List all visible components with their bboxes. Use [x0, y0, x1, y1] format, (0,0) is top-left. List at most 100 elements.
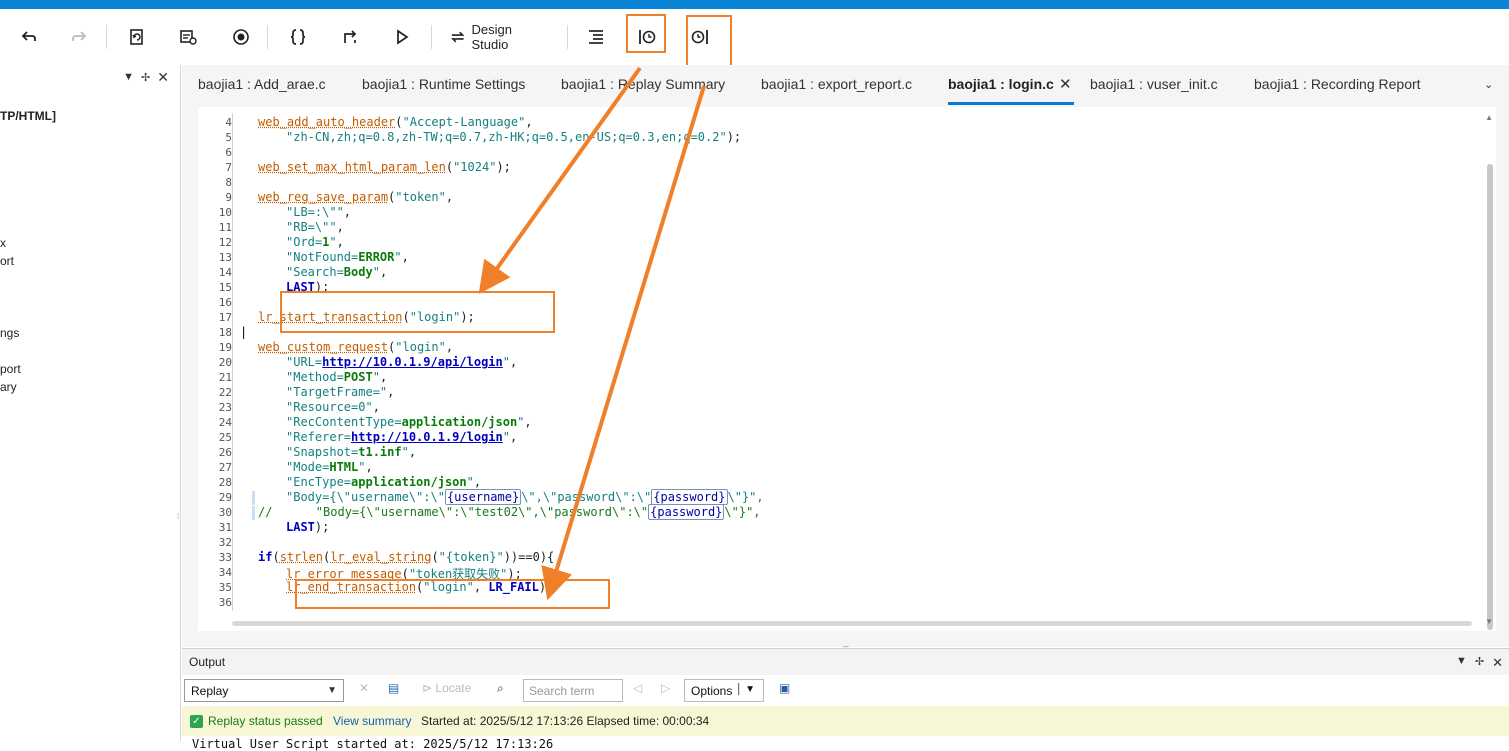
code-line[interactable]: if(strlen(lr_eval_string("{token}"))==0)… [258, 550, 554, 564]
line-number: 32 [218, 536, 232, 549]
tab-login[interactable]: baojia1 : login.c [948, 76, 1054, 92]
code-line[interactable]: "Ord=1", [286, 235, 344, 249]
left-panel-item[interactable]: ngs [0, 326, 19, 340]
scroll-up-icon[interactable]: ▲ [1485, 113, 1493, 122]
tab-runtime-settings[interactable]: baojia1 : Runtime Settings [362, 76, 525, 92]
code-line[interactable]: LAST); [286, 520, 329, 534]
chevron-down-icon[interactable]: ▼ [123, 71, 134, 83]
tab-export-report[interactable]: baojia1 : export_report.c [761, 76, 912, 92]
code-line[interactable]: "Referer=http://10.0.1.9/login", [286, 430, 517, 444]
search-input[interactable]: Search term [523, 679, 623, 702]
undo-button[interactable] [18, 21, 40, 53]
tab-recording-report[interactable]: baojia1 : Recording Report [1254, 76, 1421, 92]
redo-button[interactable] [68, 21, 90, 53]
toolbar: Design Studio [0, 9, 1509, 65]
pin-icon[interactable]: ✢ [141, 71, 150, 84]
regenerate-button[interactable] [126, 21, 148, 53]
code-line[interactable]: web_set_max_html_param_len("1024"); [258, 160, 511, 174]
replay-button[interactable] [391, 21, 413, 53]
line-number: 34 [218, 566, 232, 579]
scroll-down-icon[interactable]: ▼ [1485, 617, 1493, 626]
tab-overflow-icon[interactable]: ⌄ [1484, 78, 1493, 91]
line-number: 29 [218, 491, 232, 504]
output-toolbar: Replay ▼ ✕ ▤ ⊳ Locate ⌕ Search term ◁ ▷ … [182, 675, 1509, 706]
code-line-comment[interactable]: // "Body={\"username\":\"test02\",\"pass… [258, 504, 761, 520]
close-icon[interactable]: ✕ [157, 69, 169, 86]
code-line[interactable]: "RB=\"", [286, 220, 344, 234]
editor-tabs: baojia1 : Add_arae.c baojia1 : Runtime S… [182, 65, 1509, 105]
options-button[interactable]: Options │ ▼ [684, 679, 764, 702]
left-panel-item[interactable]: port [0, 362, 21, 376]
code-line[interactable]: web_custom_request("login", [258, 340, 453, 354]
pin-icon[interactable]: ✢ [1475, 655, 1484, 671]
code-line[interactable]: "Mode=HTML", [286, 460, 373, 474]
line-number: 17 [218, 311, 232, 324]
view-summary-link[interactable]: View summary [333, 714, 411, 728]
code-line[interactable]: "Snapshot=t1.inf", [286, 445, 416, 459]
line-number: 10 [218, 206, 232, 219]
line-number: 21 [218, 371, 232, 384]
tab-add-arae[interactable]: baojia1 : Add_arae.c [198, 76, 326, 92]
editor-area: 4 5 6 7 8 9 10 11 12 13 14 15 16 17 18 19 20 21 22 23 24 25 26… [182, 105, 1509, 647]
toolbar-separator [567, 25, 568, 49]
code-editor[interactable]: 4 5 6 7 8 9 10 11 12 13 14 15 16 17 18 19 20 21 22 23 24 25 26… [198, 107, 1496, 631]
vertical-scrollbar-thumb[interactable] [1487, 164, 1493, 630]
save-icon[interactable]: ▣ [779, 681, 790, 695]
code-line[interactable]: web_reg_save_param("token", [258, 190, 453, 204]
gutter-divider [232, 113, 233, 611]
record-button[interactable] [230, 21, 252, 53]
left-panel-item[interactable]: ort [0, 254, 14, 268]
code-line[interactable]: "Resource=0", [286, 400, 380, 414]
output-source-select[interactable]: Replay ▼ [184, 679, 344, 702]
design-studio-button[interactable]: Design Studio [450, 21, 550, 53]
code-line[interactable]: "EncType=application/json", [286, 475, 481, 489]
prev-result-icon[interactable]: ◁ [633, 681, 642, 695]
line-number: 13 [218, 251, 232, 264]
code-line[interactable]: "Body={\"username\":\" {username} \",\"pas… [286, 489, 764, 505]
code-line[interactable]: "URL=http://10.0.1.9/api/login", [286, 355, 517, 369]
code-line[interactable]: web_add_auto_header("Accept-Language", [258, 115, 533, 129]
output-panel: Output ▼ ✢ ✕ Replay ▼ ✕ ▤ ⊳ Locate ⌕ Sea… [182, 648, 1509, 751]
code-line[interactable]: "Search=Body", [286, 265, 387, 279]
code-line[interactable]: "Method=POST", [286, 370, 387, 384]
highlight-end-transaction [686, 15, 732, 68]
splitter-handle[interactable]: ⁞ [177, 512, 179, 521]
code-line[interactable]: "TargetFrame=", [286, 385, 394, 399]
compile-button[interactable] [287, 21, 309, 53]
format-button[interactable] [585, 21, 607, 53]
close-icon[interactable]: ✕ [1059, 75, 1072, 93]
chevron-down-icon: │ ▼ [736, 684, 755, 695]
code-line[interactable]: "RecContentType=application/json", [286, 415, 532, 429]
horizontal-scrollbar[interactable] [232, 621, 1472, 626]
tab-vuser-init[interactable]: baojia1 : vuser_init.c [1090, 76, 1218, 92]
line-number: 26 [218, 446, 232, 459]
tab-replay-summary[interactable]: baojia1 : Replay Summary [561, 76, 725, 92]
search-icon[interactable]: ⌕ [497, 681, 504, 696]
code-line[interactable]: "zh-CN,zh;q=0.8,zh-TW;q=0.7,zh-HK;q=0.5,… [286, 130, 741, 144]
line-number: 9 [225, 191, 232, 204]
step-button[interactable] [339, 21, 361, 53]
left-panel-item[interactable]: x [0, 236, 6, 250]
wrap-icon[interactable]: ▤ [388, 681, 399, 695]
code-line[interactable]: "NotFound=ERROR", [286, 250, 409, 264]
chevron-down-icon[interactable]: ▼ [1456, 655, 1467, 671]
runtime-settings-button[interactable] [177, 21, 199, 53]
code-line[interactable]: "LB=:\"", [286, 205, 351, 219]
clear-icon[interactable]: ✕ [359, 681, 369, 695]
text-cursor: | [240, 325, 248, 339]
line-number: 20 [218, 356, 232, 369]
line-number: 35 [218, 581, 232, 594]
highlight-start-transaction [626, 14, 666, 53]
toolbar-separator [431, 25, 432, 49]
left-panel: ▼ ✢ ✕ TP/HTML] x ort ngs port ary [0, 65, 181, 741]
locate-button[interactable]: ⊳ Locate [422, 681, 471, 695]
line-number: 18 [218, 326, 232, 339]
left-panel-item[interactable]: ary [0, 380, 17, 394]
line-number: 5 [225, 131, 232, 144]
step-icon [344, 30, 357, 43]
close-icon[interactable]: ✕ [1492, 655, 1503, 671]
line-number: 4 [225, 116, 232, 129]
left-panel-item[interactable]: TP/HTML] [0, 109, 56, 123]
next-result-icon[interactable]: ▷ [661, 681, 670, 695]
line-number: 36 [218, 596, 232, 609]
